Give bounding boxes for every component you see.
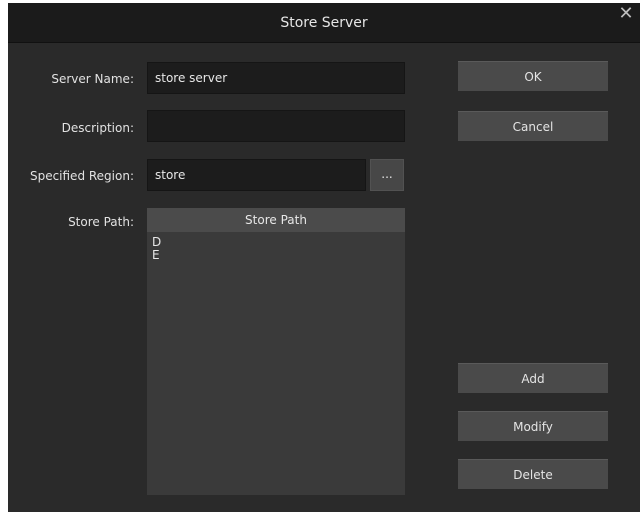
dialog-title: Store Server	[280, 15, 368, 31]
list-item[interactable]: E	[152, 249, 405, 262]
add-button[interactable]: Add	[458, 363, 608, 393]
list-item[interactable]: D	[152, 236, 405, 249]
store-server-dialog: Store Server ✕ Server Name: store server…	[8, 3, 640, 512]
server-name-label: Server Name:	[51, 72, 134, 86]
title-bar: Store Server ✕	[8, 3, 640, 43]
delete-button[interactable]: Delete	[458, 459, 608, 489]
ok-button[interactable]: OK	[458, 61, 608, 91]
store-path-list-body: D E	[147, 232, 405, 262]
server-name-input[interactable]: store server	[147, 62, 405, 94]
store-path-list[interactable]: Store Path D E	[147, 208, 405, 495]
description-input[interactable]	[147, 110, 405, 142]
specified-region-input[interactable]: store	[147, 159, 366, 191]
specified-region-label: Specified Region:	[29, 169, 134, 183]
description-label: Description:	[61, 121, 134, 135]
store-path-label: Store Path:	[68, 215, 134, 229]
modify-button[interactable]: Modify	[458, 411, 608, 441]
cancel-button[interactable]: Cancel	[458, 111, 608, 141]
browse-region-button[interactable]: ...	[370, 159, 404, 191]
close-icon[interactable]: ✕	[612, 3, 640, 27]
store-path-column-header[interactable]: Store Path	[147, 208, 405, 232]
